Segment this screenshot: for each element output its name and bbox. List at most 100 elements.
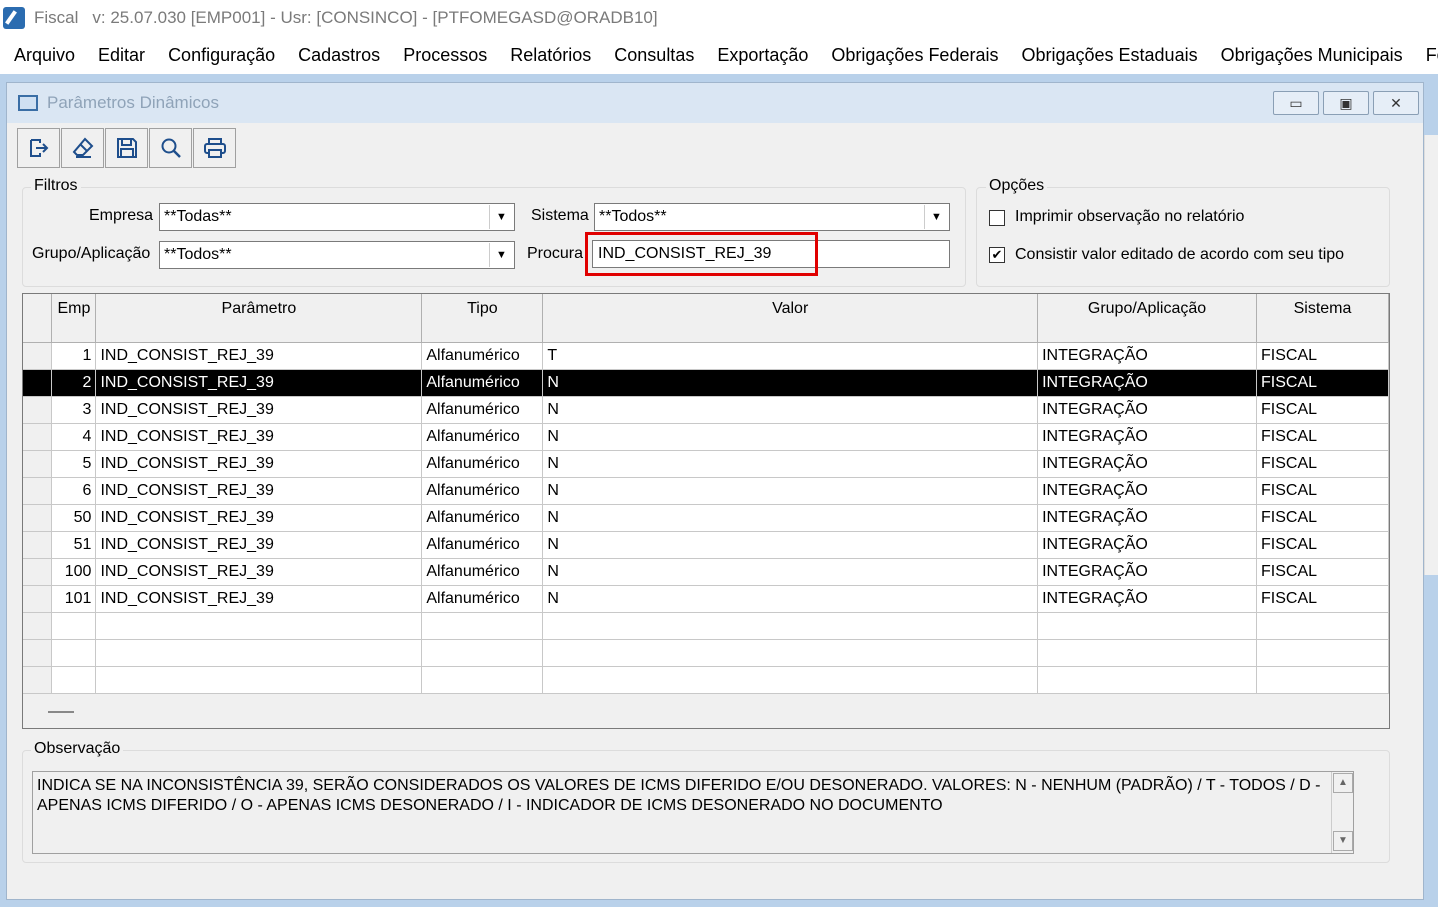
empty-cell[interactable] [1256, 639, 1389, 667]
cell-sistema[interactable]: FISCAL [1256, 423, 1389, 451]
cell-tipo[interactable]: Alfanumérico [421, 585, 544, 613]
empty-cell[interactable] [1256, 666, 1389, 694]
cell-emp[interactable]: 2 [51, 369, 97, 397]
cell-grupo[interactable]: INTEGRAÇÃO [1037, 342, 1257, 370]
empty-cell[interactable] [1037, 639, 1257, 667]
cell-parametro[interactable]: IND_CONSIST_REJ_39 [95, 558, 423, 586]
cell-tipo[interactable]: Alfanumérico [421, 450, 544, 478]
chevron-down-icon[interactable]: ▼ [924, 205, 948, 229]
cell-grupo[interactable]: INTEGRAÇÃO [1037, 396, 1257, 424]
empty-cell[interactable] [1037, 666, 1257, 694]
cell-sistema[interactable]: FISCAL [1256, 396, 1389, 424]
cell-grupo[interactable]: INTEGRAÇÃO [1037, 477, 1257, 505]
empty-row[interactable] [23, 639, 1389, 667]
cell-parametro[interactable]: IND_CONSIST_REJ_39 [95, 342, 423, 370]
cell-valor[interactable]: N [542, 504, 1039, 532]
table-row[interactable]: 3 IND_CONSIST_REJ_39 Alfanumérico N INTE… [23, 396, 1389, 424]
table-row[interactable]: 100 IND_CONSIST_REJ_39 Alfanumérico N IN… [23, 558, 1389, 586]
cell-tipo[interactable]: Alfanumérico [421, 423, 544, 451]
empty-cell[interactable] [95, 666, 423, 694]
cell-valor[interactable]: N [542, 558, 1039, 586]
cell-valor[interactable]: T [542, 342, 1039, 370]
cell-valor[interactable]: N [542, 531, 1039, 559]
cell-valor[interactable]: N [542, 423, 1039, 451]
cell-tipo[interactable]: Alfanumérico [421, 558, 544, 586]
cell-sistema[interactable]: FISCAL [1256, 504, 1389, 532]
cell-emp[interactable]: 4 [51, 423, 97, 451]
cell-sistema[interactable]: FISCAL [1256, 558, 1389, 586]
cell-emp[interactable]: 50 [51, 504, 97, 532]
menu-obrigacoes-estaduais[interactable]: Obrigações Estaduais [1009, 45, 1208, 66]
row-header[interactable] [23, 585, 53, 613]
grupo-aplicacao-select[interactable]: **Todos** ▼ [159, 241, 515, 269]
table-row[interactable]: 1 IND_CONSIST_REJ_39 Alfanumérico T INTE… [23, 342, 1389, 370]
row-header[interactable] [23, 477, 53, 505]
cell-sistema[interactable]: FISCAL [1256, 477, 1389, 505]
empty-cell[interactable] [51, 666, 97, 694]
menu-arquivo[interactable]: Arquivo [0, 45, 86, 66]
empty-cell[interactable] [542, 666, 1039, 694]
cell-parametro[interactable]: IND_CONSIST_REJ_39 [95, 396, 423, 424]
menu-consultas[interactable]: Consultas [602, 45, 705, 66]
cell-parametro[interactable]: IND_CONSIST_REJ_39 [95, 450, 423, 478]
print-button[interactable] [193, 128, 236, 168]
cell-parametro[interactable]: IND_CONSIST_REJ_39 [95, 369, 423, 397]
cell-sistema[interactable]: FISCAL [1256, 531, 1389, 559]
row-header[interactable] [23, 504, 53, 532]
cell-tipo[interactable]: Alfanumérico [421, 342, 544, 370]
cell-grupo[interactable]: INTEGRAÇÃO [1037, 585, 1257, 613]
empty-cell[interactable] [95, 639, 423, 667]
cell-sistema[interactable]: FISCAL [1256, 450, 1389, 478]
row-header[interactable] [23, 396, 53, 424]
parametros-grid[interactable]: Emp Parâmetro Tipo Valor Grupo/Aplicação… [22, 293, 1390, 729]
empty-cell[interactable] [51, 612, 97, 640]
cell-parametro[interactable]: IND_CONSIST_REJ_39 [95, 531, 423, 559]
close-button[interactable]: ✕ [1373, 91, 1419, 115]
chevron-down-icon[interactable]: ▼ [489, 205, 513, 229]
observacao-scrollbar[interactable]: ▲ ▼ [1331, 772, 1353, 853]
cell-parametro[interactable]: IND_CONSIST_REJ_39 [95, 504, 423, 532]
cell-sistema[interactable]: FISCAL [1256, 585, 1389, 613]
cell-valor[interactable]: N [542, 396, 1039, 424]
row-header[interactable] [23, 342, 53, 370]
empty-cell[interactable] [1037, 612, 1257, 640]
cell-sistema[interactable]: FISCAL [1256, 342, 1389, 370]
cell-parametro[interactable]: IND_CONSIST_REJ_39 [95, 585, 423, 613]
cell-tipo[interactable]: Alfanumérico [421, 477, 544, 505]
cell-tipo[interactable]: Alfanumérico [421, 504, 544, 532]
menu-obrigacoes-federais[interactable]: Obrigações Federais [819, 45, 1009, 66]
column-header-grupo-aplicacao[interactable]: Grupo/Aplicação [1037, 294, 1257, 343]
menu-relatorios[interactable]: Relatórios [498, 45, 602, 66]
row-header[interactable] [23, 531, 53, 559]
table-row[interactable]: 6 IND_CONSIST_REJ_39 Alfanumérico N INTE… [23, 477, 1389, 505]
column-header-tipo[interactable]: Tipo [421, 294, 544, 343]
exit-button[interactable] [17, 128, 60, 168]
cell-tipo[interactable]: Alfanumérico [421, 531, 544, 559]
cell-emp[interactable]: 100 [51, 558, 97, 586]
cell-tipo[interactable]: Alfanumérico [421, 369, 544, 397]
empty-row[interactable] [23, 612, 1389, 640]
menu-processos[interactable]: Processos [391, 45, 498, 66]
cell-grupo[interactable]: INTEGRAÇÃO [1037, 450, 1257, 478]
table-row[interactable]: 5 IND_CONSIST_REJ_39 Alfanumérico N INTE… [23, 450, 1389, 478]
cell-emp[interactable]: 6 [51, 477, 97, 505]
row-header[interactable] [23, 423, 53, 451]
empty-row[interactable] [23, 666, 1389, 694]
menu-cadastros[interactable]: Cadastros [286, 45, 391, 66]
cell-sistema[interactable]: FISCAL [1256, 369, 1389, 397]
empty-cell[interactable] [51, 639, 97, 667]
cell-valor[interactable]: N [542, 369, 1039, 397]
column-header-valor[interactable]: Valor [542, 294, 1039, 343]
cell-grupo[interactable]: INTEGRAÇÃO [1037, 531, 1257, 559]
cell-grupo[interactable]: INTEGRAÇÃO [1037, 369, 1257, 397]
row-header[interactable] [23, 558, 53, 586]
menu-editar[interactable]: Editar [86, 45, 156, 66]
empresa-select[interactable]: **Todas** ▼ [159, 203, 515, 231]
row-header[interactable] [23, 639, 53, 667]
row-header[interactable] [23, 612, 53, 640]
cell-grupo[interactable]: INTEGRAÇÃO [1037, 423, 1257, 451]
menu-obrigacoes-municipais[interactable]: Obrigações Municipais [1209, 45, 1414, 66]
menu-ferramentas[interactable]: Ferra [1414, 45, 1438, 66]
table-row-selected[interactable]: 2 IND_CONSIST_REJ_39 Alfanumérico N INTE… [23, 369, 1389, 397]
row-header[interactable] [23, 450, 53, 478]
